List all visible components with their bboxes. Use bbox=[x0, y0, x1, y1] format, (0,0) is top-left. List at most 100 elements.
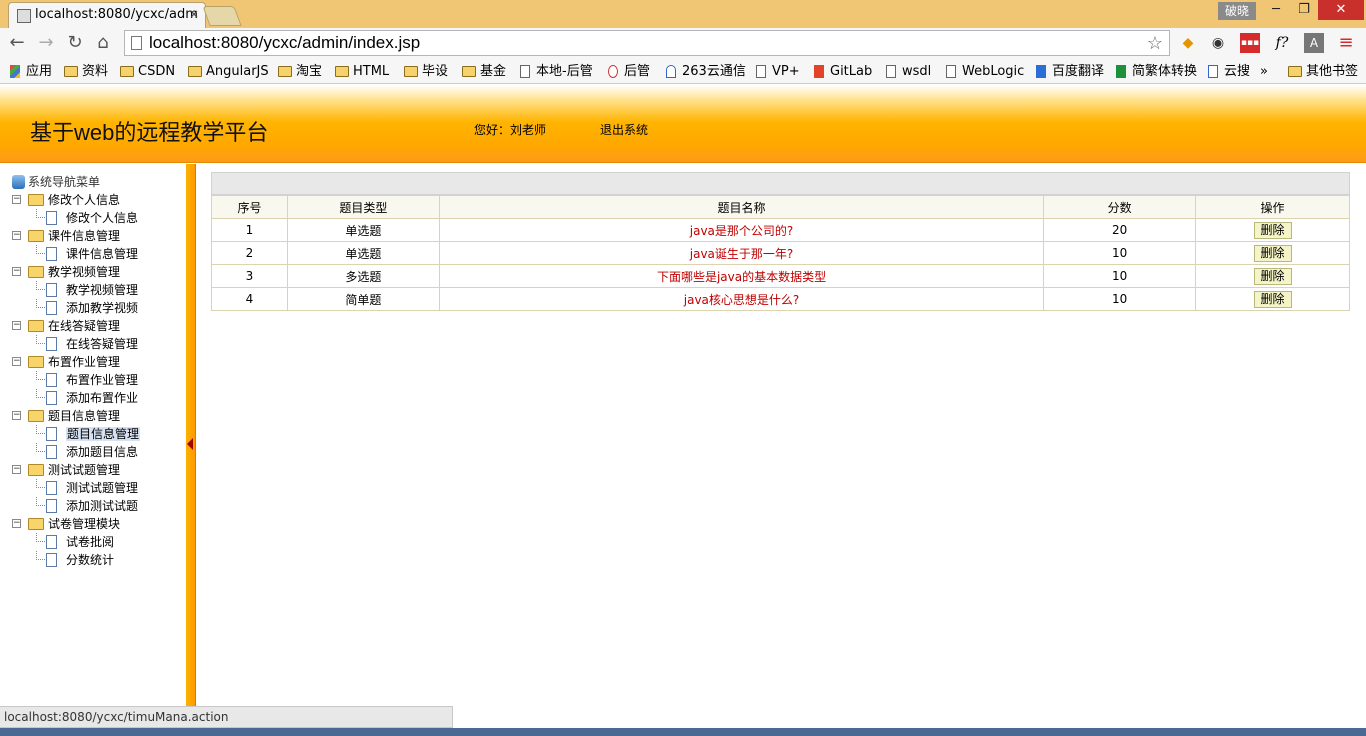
extension-formula-icon[interactable]: f? bbox=[1272, 33, 1292, 53]
collapse-minus-icon[interactable]: − bbox=[12, 231, 21, 240]
bookmark-baidu-translate[interactable]: 百度翻译 bbox=[1034, 63, 1104, 81]
back-arrow-icon[interactable]: ← bbox=[6, 32, 28, 54]
column-header-title: 题目名称 bbox=[438, 195, 1045, 219]
collapse-minus-icon[interactable]: − bbox=[12, 411, 21, 420]
reload-icon[interactable]: ↻ bbox=[64, 32, 86, 54]
table-header-row: 序号 题目类型 题目名称 分数 操作 bbox=[211, 195, 1350, 219]
bookmark-jijin[interactable]: 基金 bbox=[462, 63, 506, 81]
tree-item-qa[interactable]: 在线答疑管理 bbox=[36, 335, 138, 353]
collapse-minus-icon[interactable]: − bbox=[12, 321, 21, 330]
translate-icon bbox=[1036, 65, 1046, 78]
cell-score: 20 bbox=[1043, 218, 1197, 242]
table-row: 1 单选题 java是那个公司的? 20 删除 bbox=[211, 218, 1350, 242]
tree-folder-questions[interactable]: − 题目信息管理 bbox=[12, 407, 120, 425]
forward-arrow-icon[interactable]: → bbox=[35, 32, 57, 54]
cell-title: java是那个公司的? bbox=[438, 218, 1045, 242]
delete-button[interactable]: 删除 bbox=[1253, 244, 1292, 262]
window-minimize-icon[interactable]: ─ bbox=[1262, 0, 1290, 20]
bookmark-houguan[interactable]: 后管 bbox=[606, 63, 650, 81]
bookmark-taobao[interactable]: 淘宝 bbox=[278, 63, 322, 81]
bookmark-bishe[interactable]: 毕设 bbox=[404, 63, 448, 81]
bookmark-vp[interactable]: VP+ bbox=[754, 63, 800, 81]
collapse-minus-icon[interactable]: − bbox=[12, 195, 21, 204]
window-maximize-icon[interactable]: ❐ bbox=[1290, 0, 1318, 20]
cell-title: 下面哪些是java的基本数据类型 bbox=[438, 264, 1045, 288]
cell-score: 10 bbox=[1043, 287, 1197, 311]
collapse-arrow-icon[interactable] bbox=[187, 438, 193, 450]
bookmark-wsdl[interactable]: wsdl bbox=[884, 63, 931, 81]
bookmark-angularjs[interactable]: AngularJS bbox=[188, 63, 269, 81]
tree-item-paper-review[interactable]: 试卷批阅 bbox=[36, 533, 114, 551]
tree-item-questions-add[interactable]: 添加题目信息 bbox=[36, 443, 138, 461]
tree-item-edit-profile[interactable]: 修改个人信息 bbox=[36, 209, 138, 227]
extension-sync-icon[interactable]: ◉ bbox=[1208, 33, 1228, 53]
tree-item-courseware[interactable]: 课件信息管理 bbox=[36, 245, 138, 263]
address-bar[interactable]: localhost:8080/ycxc/admin/index.jsp ☆ bbox=[124, 30, 1170, 56]
tree-item-score-stats[interactable]: 分数统计 bbox=[36, 551, 114, 569]
page-icon bbox=[46, 283, 57, 297]
tree-folder-tests[interactable]: − 测试试题管理 bbox=[12, 461, 120, 479]
collapse-minus-icon[interactable]: − bbox=[12, 465, 21, 474]
extension-angular-icon[interactable]: A bbox=[1304, 33, 1324, 53]
extension-drop-icon[interactable]: ◆ bbox=[1178, 33, 1198, 53]
user-greeting: 您好：刘老师 bbox=[474, 123, 547, 137]
tree-item-questions-manage[interactable]: 题目信息管理 bbox=[36, 425, 141, 443]
table-row: 4 简单题 java核心思想是什么? 10 删除 bbox=[211, 287, 1350, 311]
cell-no: 4 bbox=[211, 287, 288, 311]
home-icon[interactable]: ⌂ bbox=[92, 32, 114, 54]
tree-item-tests-manage[interactable]: 测试试题管理 bbox=[36, 479, 138, 497]
tree-folder-papers[interactable]: − 试卷管理模块 bbox=[12, 515, 120, 533]
bookmark-local-admin[interactable]: 本地-后管 bbox=[518, 63, 593, 81]
logout-link[interactable]: 退出系统 bbox=[600, 121, 648, 138]
bookmark-html[interactable]: HTML bbox=[335, 63, 389, 81]
bookmarks-overflow-button[interactable]: » bbox=[1260, 63, 1268, 81]
tree-item-tests-add[interactable]: 添加测试试题 bbox=[36, 497, 138, 515]
folder-open-icon bbox=[28, 230, 44, 242]
page-icon bbox=[46, 337, 57, 351]
collapse-minus-icon[interactable]: − bbox=[12, 357, 21, 366]
collapse-minus-icon[interactable]: − bbox=[12, 519, 21, 528]
bookmark-weblogic[interactable]: WebLogic bbox=[944, 63, 1024, 81]
bookmark-yunsou[interactable]: 云搜 bbox=[1206, 63, 1250, 81]
page-icon bbox=[46, 499, 57, 513]
tree-item-homework-add[interactable]: 添加布置作业 bbox=[36, 389, 138, 407]
bookmark-star-icon[interactable]: ☆ bbox=[1147, 31, 1163, 55]
folder-icon bbox=[188, 66, 202, 77]
bookmark-csdn[interactable]: CSDN bbox=[120, 63, 175, 81]
tree-item-video-manage[interactable]: 教学视频管理 bbox=[36, 281, 138, 299]
delete-button[interactable]: 删除 bbox=[1253, 221, 1292, 239]
bookmark-263[interactable]: 263云通信 bbox=[664, 63, 746, 81]
tree-folder-qa[interactable]: − 在线答疑管理 bbox=[12, 317, 120, 335]
folder-open-icon bbox=[28, 356, 44, 368]
browser-menu-icon[interactable]: ≡ bbox=[1336, 33, 1356, 53]
cloud-icon bbox=[666, 65, 676, 78]
bookmark-gitlab[interactable]: GitLab bbox=[812, 63, 872, 81]
bookmark-other[interactable]: 其他书签 bbox=[1288, 63, 1358, 81]
browser-tab-active[interactable]: localhost:8080/ycxc/adm × bbox=[8, 2, 206, 28]
cell-type: 单选题 bbox=[286, 241, 440, 265]
delete-button[interactable]: 删除 bbox=[1253, 267, 1292, 285]
tree-item-homework-manage[interactable]: 布置作业管理 bbox=[36, 371, 138, 389]
profile-badge[interactable]: 破晓 bbox=[1218, 2, 1256, 20]
tree-root: 系统导航菜单 bbox=[12, 174, 100, 190]
tree-item-video-add[interactable]: 添加教学视频 bbox=[36, 299, 138, 317]
cell-title: java核心思想是什么? bbox=[438, 287, 1045, 311]
folder-open-icon bbox=[28, 410, 44, 422]
extension-dots-icon[interactable]: ▪▪▪ bbox=[1240, 33, 1260, 53]
page-icon bbox=[46, 247, 57, 261]
bookmark-jianfan[interactable]: 简繁体转换 bbox=[1114, 63, 1197, 81]
tab-close-icon[interactable]: × bbox=[189, 7, 199, 21]
sidebar-splitter[interactable] bbox=[186, 164, 196, 736]
tree-folder-video[interactable]: − 教学视频管理 bbox=[12, 263, 120, 281]
tree-folder-courseware[interactable]: − 课件信息管理 bbox=[12, 227, 120, 245]
tree-folder-homework[interactable]: − 布置作业管理 bbox=[12, 353, 120, 371]
delete-button[interactable]: 删除 bbox=[1253, 290, 1292, 308]
new-tab-button[interactable] bbox=[202, 6, 242, 26]
column-header-no: 序号 bbox=[211, 195, 288, 219]
page-icon bbox=[886, 65, 896, 78]
bookmark-ziliao[interactable]: 资料 bbox=[64, 63, 108, 81]
bookmark-apps[interactable]: 应用 bbox=[8, 63, 52, 81]
tree-folder-profile[interactable]: − 修改个人信息 bbox=[12, 191, 120, 209]
collapse-minus-icon[interactable]: − bbox=[12, 267, 21, 276]
window-close-icon[interactable]: ✕ bbox=[1318, 0, 1364, 20]
